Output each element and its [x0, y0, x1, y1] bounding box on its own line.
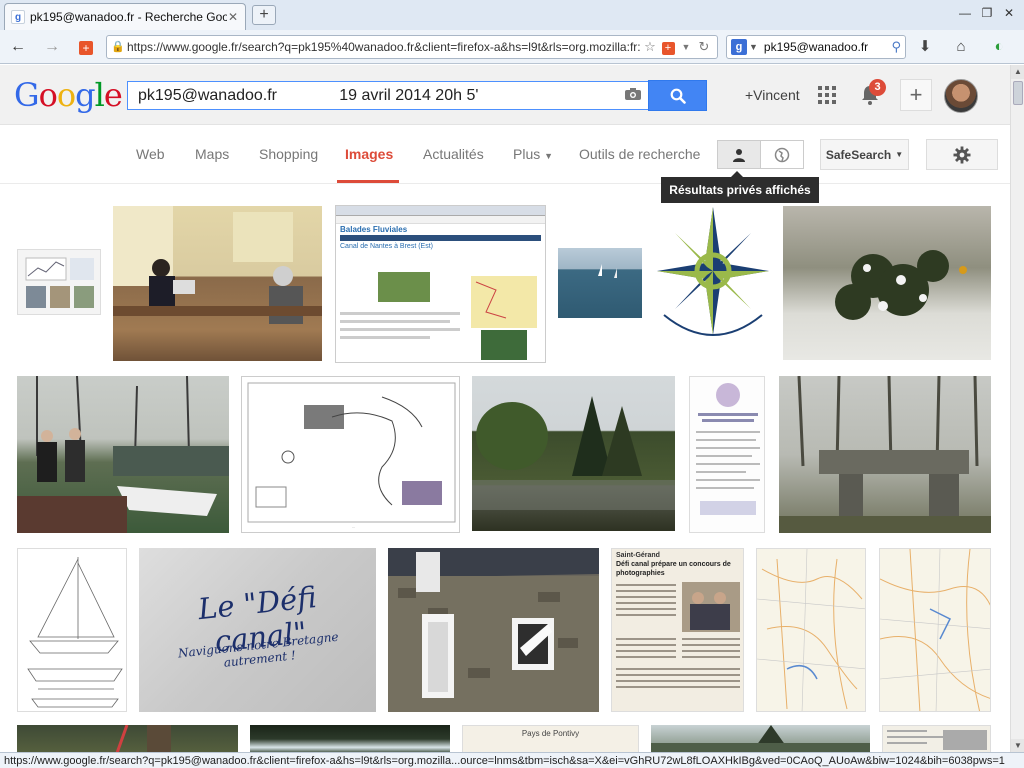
global-results-button[interactable]: [761, 141, 803, 168]
restore-icon[interactable]: ❐: [978, 4, 996, 22]
image-result[interactable]: [250, 725, 450, 753]
image-result[interactable]: [654, 205, 772, 363]
apps-grid-icon[interactable]: [818, 86, 836, 104]
image-result[interactable]: Saint-Gérand Défi canal prépare un conco…: [611, 548, 744, 712]
image-result[interactable]: [17, 249, 101, 315]
close-window-icon[interactable]: ✕: [1000, 4, 1018, 22]
google-favicon-icon: g: [11, 10, 25, 24]
download-icon[interactable]: ⬇: [914, 37, 936, 57]
search-nav: Web Maps Shopping Images Actualités Plus…: [0, 125, 1010, 184]
article-headline-text: Défi canal prépare un concours de photog…: [616, 561, 731, 577]
personal-results-button[interactable]: [718, 141, 761, 168]
scrollbar-thumb[interactable]: [1013, 81, 1023, 105]
chevron-down-icon: ▼: [895, 150, 904, 159]
image-result[interactable]: [779, 376, 991, 533]
tab-plus[interactable]: Plus ▼: [513, 146, 553, 162]
lock-icon: 🔒: [111, 41, 125, 53]
addon-green-icon[interactable]: ◐: [988, 37, 1010, 57]
notification-count-badge[interactable]: 3: [869, 79, 886, 96]
scroll-up-icon[interactable]: ▲: [1011, 65, 1024, 79]
page-scrollbar[interactable]: ▲ ▼: [1010, 65, 1024, 753]
share-button[interactable]: +: [900, 79, 932, 111]
pontivy-text: Pays de Pontivy: [521, 729, 580, 738]
website-subtitle-text: Canal de Nantes à Brest (Est): [340, 243, 433, 250]
window-controls: — ❐ ✕: [956, 4, 1018, 22]
image-result[interactable]: [756, 548, 866, 712]
browser-search-input[interactable]: pk195@wanadoo.fr: [764, 40, 892, 54]
image-result[interactable]: [17, 548, 127, 712]
globe-icon: [774, 147, 790, 162]
forward-arrow-icon[interactable]: →: [42, 37, 62, 57]
url-text[interactable]: https://www.google.fr/search?q=pk195%40w…: [127, 40, 641, 54]
avatar[interactable]: [944, 79, 978, 113]
private-results-tooltip: Résultats privés affichés: [661, 171, 819, 203]
browser-navbar: ← → +▼ 🔒 https://www.google.fr/search?q=…: [0, 30, 1024, 74]
image-result[interactable]: [882, 725, 991, 753]
svg-text:...: ...: [352, 524, 355, 529]
image-result[interactable]: [558, 248, 642, 318]
user-name-link[interactable]: +Vincent: [745, 87, 800, 103]
tab-web[interactable]: Web: [136, 146, 165, 162]
url-bar[interactable]: 🔒 https://www.google.fr/search?q=pk195%4…: [106, 35, 718, 59]
safesearch-button[interactable]: SafeSearch ▼: [820, 139, 909, 170]
search-input[interactable]: pk195@wanadoo.fr 19 avril 2014 20h 5': [138, 87, 618, 105]
google-header: Google pk195@wanadoo.fr 19 avril 2014 20…: [0, 65, 1010, 125]
image-result[interactable]: [651, 725, 870, 753]
safesearch-label: SafeSearch: [825, 147, 892, 162]
image-result[interactable]: Balades Fluviales Canal de Nantes à Bres…: [335, 205, 546, 363]
person-icon: [733, 148, 745, 162]
status-bar: https://www.google.fr/search?q=pk195@wan…: [0, 752, 1024, 768]
scroll-down-icon[interactable]: ▼: [1011, 739, 1024, 753]
search-icon: [670, 88, 686, 104]
image-result[interactable]: [17, 376, 229, 533]
image-result[interactable]: [689, 376, 765, 533]
new-tab-button[interactable]: +: [252, 5, 276, 25]
image-result[interactable]: ...: [241, 376, 460, 533]
browser-search-bar[interactable]: g ▼ pk195@wanadoo.fr ⚲: [726, 35, 906, 59]
image-results-grid: Balades Fluviales Canal de Nantes à Bres…: [0, 185, 1010, 753]
chevron-down-icon: ▼: [544, 151, 554, 161]
image-result[interactable]: [388, 548, 599, 712]
image-result[interactable]: Pays de Pontivy: [462, 725, 639, 753]
tab-actualites[interactable]: Actualités: [423, 146, 484, 162]
gear-icon: [953, 146, 971, 163]
tab-search-tools[interactable]: Outils de recherche: [579, 146, 700, 162]
reload-icon[interactable]: ↻: [695, 39, 713, 55]
search-magnifier-icon[interactable]: ⚲: [891, 39, 901, 55]
google-logo[interactable]: Google: [14, 77, 123, 113]
image-result[interactable]: Le "Défi canal" Naviguons notre Bretagne…: [139, 548, 376, 712]
private-results-toggle[interactable]: [717, 140, 804, 169]
image-result[interactable]: [783, 206, 991, 360]
article-town-text: Saint-Gérand: [616, 552, 660, 559]
tab-plus-label: Plus: [513, 146, 541, 162]
website-header-text: Balades Fluviales: [340, 225, 408, 234]
tab-maps[interactable]: Maps: [195, 146, 229, 162]
camera-icon[interactable]: [618, 87, 648, 105]
image-result[interactable]: [879, 548, 991, 712]
home-icon[interactable]: ⌂: [950, 37, 972, 57]
addon-icon[interactable]: +: [659, 39, 677, 55]
active-tab-indicator: [337, 180, 399, 183]
engine-dropdown-icon[interactable]: ▼: [749, 42, 758, 52]
tab-title: pk195@wanadoo.fr - Recherche Google: [30, 10, 227, 24]
image-result[interactable]: [17, 725, 238, 753]
image-result[interactable]: [472, 376, 675, 531]
google-engine-icon[interactable]: g: [731, 39, 747, 55]
tab-shopping[interactable]: Shopping: [259, 146, 318, 162]
google-search-box[interactable]: pk195@wanadoo.fr 19 avril 2014 20h 5': [127, 81, 649, 110]
bookmark-star-icon[interactable]: ☆: [641, 39, 659, 55]
tab-images[interactable]: Images: [345, 146, 393, 162]
addon-menu-button[interactable]: +▼: [76, 38, 96, 74]
back-arrow-icon[interactable]: ←: [8, 37, 28, 57]
window-titlebar: g pk195@wanadoo.fr - Recherche Google ✕ …: [0, 0, 1024, 30]
addon-plus-icon: +: [79, 41, 93, 55]
search-button[interactable]: [648, 80, 707, 111]
browser-tab[interactable]: g pk195@wanadoo.fr - Recherche Google ✕: [4, 3, 246, 30]
minimize-icon[interactable]: —: [956, 4, 974, 22]
image-result[interactable]: [113, 206, 322, 361]
dropdown-icon[interactable]: ▼: [677, 42, 695, 52]
close-tab-icon[interactable]: ✕: [227, 10, 239, 24]
settings-button[interactable]: [926, 139, 998, 170]
